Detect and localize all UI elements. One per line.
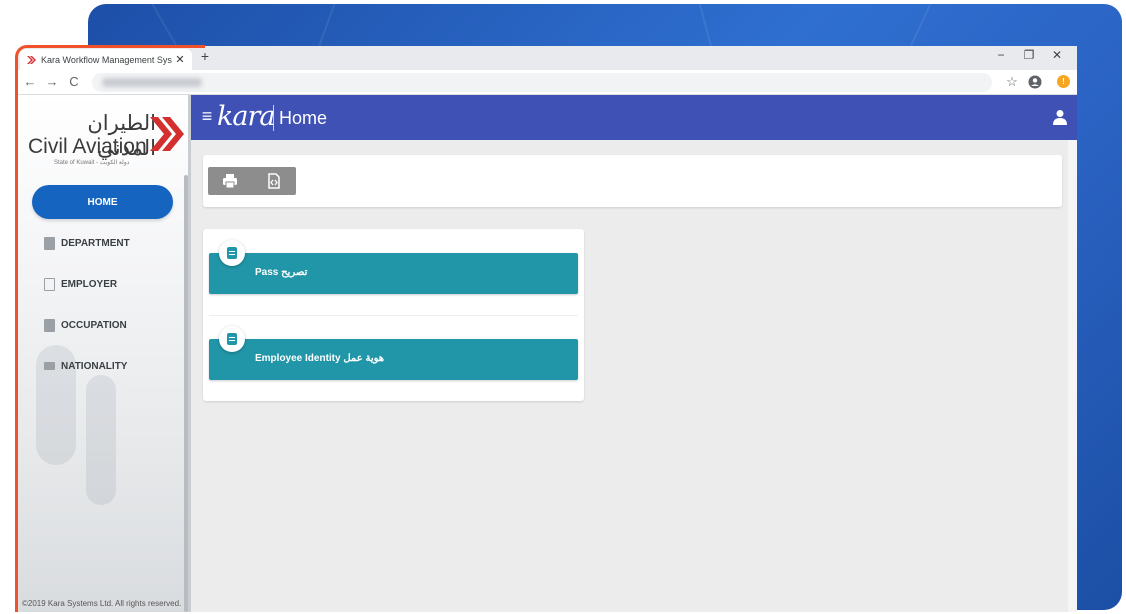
user-icon[interactable] [1053,109,1067,125]
flag-icon [44,362,55,370]
sidebar-item-department[interactable]: DEPARTMENT [32,226,173,260]
sidebar-divider [188,95,191,612]
logo-english-text: Civil Aviation [28,135,147,158]
kara-brand-logo: kara [217,101,275,132]
workflow-cards-panel: Pass تصريح Employee Identity هوية عمل [203,229,584,401]
profile-icon[interactable] [1028,75,1042,89]
kara-favicon-icon [27,55,36,64]
document-icon [227,247,237,259]
sidebar-item-label: HOME [87,196,118,208]
main-scrollbar[interactable] [1068,140,1077,612]
url-input[interactable] [92,73,992,92]
blurred-url [102,78,202,87]
toolbar-button-group [208,167,296,195]
copyright-footer: ©2019 Kara Systems Ltd. All rights reser… [22,599,182,608]
page-title: Home [279,108,328,128]
logo-subtitle: State of Kuwait - دولة الكويت [54,160,130,166]
back-button[interactable]: ← [22,74,38,89]
minimize-button[interactable]: − [991,48,1011,62]
card-label: Employee Identity هوية عمل [255,353,385,364]
document-icon [44,277,55,291]
restore-button[interactable]: ❐ [1019,48,1039,62]
top-app-bar: ≡ kara Home [191,95,1077,140]
forward-button[interactable]: → [44,74,60,89]
card-separator [209,315,578,316]
tab-strip: Kara Workflow Management Sys ✕ + − ❐ ✕ [16,46,1077,70]
update-badge-icon[interactable]: ! [1057,75,1070,88]
menu-icon[interactable]: ≡ [198,106,216,127]
sidebar-item-label: OCCUPATION [61,319,127,331]
sidebar-item-label: NATIONALITY [61,360,128,372]
card-label: Pass تصريح [255,267,308,278]
brand-separator [273,105,274,131]
app-area: الطيران المدني Civil Aviation State of K… [16,95,1077,612]
pass-card-badge [219,240,245,266]
browser-tab[interactable]: Kara Workflow Management Sys ✕ [20,49,192,70]
building-icon [44,236,55,250]
document-icon [227,333,237,345]
building-icon [44,318,55,332]
browser-window: Kara Workflow Management Sys ✕ + − ❐ ✕ ←… [16,46,1077,612]
tab-title: Kara Workflow Management Sys [41,54,172,65]
tab-close-icon[interactable]: ✕ [174,53,186,66]
sidebar-item-occupation[interactable]: OCCUPATION [32,308,173,342]
window-close-button[interactable]: ✕ [1047,48,1067,62]
new-tab-button[interactable]: + [196,48,214,64]
civil-aviation-logo: الطيران المدني Civil Aviation State of K… [26,107,186,177]
background-figure [86,375,116,505]
address-bar: ← → C ☆ [16,70,1077,95]
bookmark-star-icon[interactable]: ☆ [1004,74,1020,90]
printer-icon [223,174,237,189]
sidebar-item-employer[interactable]: EMPLOYER [32,267,173,301]
sidebar-item-label: DEPARTMENT [61,237,130,249]
sidebar-item-home[interactable]: HOME [32,185,173,219]
sidebar-item-nationality[interactable]: NATIONALITY [32,349,173,383]
export-code-button[interactable] [252,167,296,195]
sidebar-item-label: EMPLOYER [61,278,118,290]
pass-card[interactable]: Pass تصريح [209,253,578,294]
print-button[interactable] [208,167,252,195]
aviation-chevron-icon [150,117,184,151]
toolbar-card [203,155,1062,207]
employee-identity-card-badge [219,326,245,352]
reload-button[interactable]: C [66,74,82,89]
code-file-icon [268,173,280,189]
sidebar: الطيران المدني Civil Aviation State of K… [16,95,188,612]
employee-identity-card[interactable]: Employee Identity هوية عمل [209,339,578,380]
